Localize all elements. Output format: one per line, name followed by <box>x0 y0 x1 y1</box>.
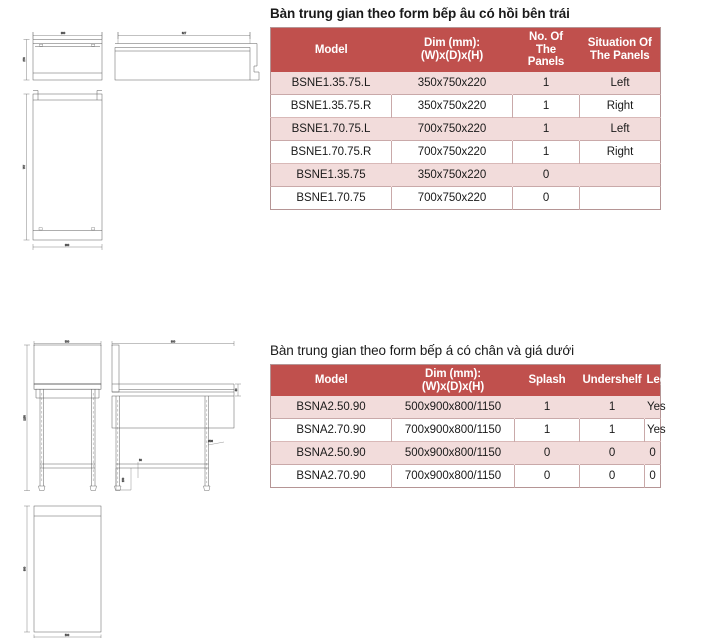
cell-panels: 1 <box>512 93 580 117</box>
cell-panels: 1 <box>512 139 580 163</box>
table-2-title: Bàn trung gian theo form bếp á có chân v… <box>270 343 575 358</box>
dim-plan-width-2: 500 <box>65 633 70 637</box>
cell-splash: 1 <box>514 418 580 442</box>
cell-model: BSNE1.35.75 <box>270 162 392 186</box>
cell-model: BSNA2.70.90 <box>270 464 392 488</box>
cell-dim: 500x900x800/1150 <box>391 396 515 419</box>
table-row: BSNE1.70.75 700x750x220 0 <box>270 185 661 209</box>
cell-dim: 350x750x220 <box>391 93 513 117</box>
table-2-header-row: Model Dim (mm): (W)x(D)x(H) Splash Under… <box>270 364 667 396</box>
cell-situation: Right <box>579 93 661 117</box>
table-row: BSNA2.50.90 500x900x800/1150 1 1 Yes <box>270 396 666 419</box>
col-header-leg: Leg <box>644 364 667 396</box>
table-row: BSNA2.70.90 700x900x800/1150 1 1 Yes <box>270 418 666 442</box>
col-header-model: Model <box>270 364 392 396</box>
cell-splash: 0 <box>514 464 580 488</box>
cell-dim: 500x900x800/1150 <box>391 441 515 465</box>
plan-view-bottom-group: 900 500 <box>22 505 102 638</box>
cell-dim: 700x900x800/1150 <box>391 418 515 442</box>
cell-panels: 0 <box>512 162 580 186</box>
spec-table-1: Model Dim (mm): (W)x(D)x(H) No. Of The P… <box>270 27 661 210</box>
col-header-dim: Dim (mm): (W)x(D)x(H) <box>391 364 515 396</box>
dim-plan-height-2: 900 <box>23 566 27 571</box>
dim-front-height: 278 <box>22 57 26 62</box>
cell-model: BSNE1.70.75.R <box>270 139 392 163</box>
col-header-dim: Dim (mm): (W)x(D)x(H) <box>391 27 513 72</box>
col-header-splash: Splash <box>514 364 580 396</box>
cell-splash: 1 <box>514 396 580 419</box>
side-elevation-group: 627 <box>114 31 260 81</box>
table-1-header-row: Model Dim (mm): (W)x(D)x(H) No. Of The P… <box>270 27 661 72</box>
cell-dim: 700x750x220 <box>391 185 513 209</box>
cell-undershelf: 1 <box>579 418 645 442</box>
table-row: BSNA2.70.90 700x900x800/1150 0 0 0 <box>270 464 661 488</box>
table-row: BSNE1.70.75.R 700x750x220 1 Right <box>270 139 661 163</box>
cell-dim: 350x750x220 <box>391 162 513 186</box>
dim-total-height: 1150 <box>23 415 27 421</box>
front-elevation-group: 380 278 <box>22 31 103 81</box>
table-row: BSNE1.35.75.R 350x750x220 1 Right <box>270 93 661 117</box>
cell-panels: 1 <box>512 71 580 94</box>
col-header-panels: No. Of The Panels <box>512 27 580 72</box>
cell-undershelf: 0 <box>579 464 645 488</box>
table-row: BSNE1.70.75.L 700x750x220 1 Left <box>270 116 661 140</box>
table-row: BSNE1.35.75.L 350x750x220 1 Left <box>270 71 661 94</box>
col-header-model: Model <box>270 27 392 72</box>
spec-table-1-block: Bàn trung gian theo form bếp âu có hồi b… <box>270 6 662 210</box>
cell-splash: 0 <box>514 441 580 465</box>
cell-situation: Right <box>579 139 661 163</box>
cell-panels: 0 <box>512 185 580 209</box>
cell-model: BSNA2.50.90 <box>270 396 392 419</box>
cell-leg: 0 <box>644 441 661 465</box>
cell-model: BSNA2.50.90 <box>270 441 392 465</box>
col-header-undershelf: Undershelf <box>579 364 645 396</box>
dim-front-width: 380 <box>61 31 66 35</box>
cell-undershelf: 1 <box>579 396 645 419</box>
dim-detail-c: 40 <box>234 388 238 391</box>
cell-situation <box>579 185 661 209</box>
table-row: BSNE1.35.75 350x750x220 0 <box>270 162 661 186</box>
dim-detail-d: Ø38 <box>208 439 213 443</box>
cell-dim: 700x900x800/1150 <box>391 464 515 488</box>
dim-plan-depth: 757 <box>22 164 26 169</box>
left-elevation-group: 500 1150 <box>22 339 102 491</box>
plan-view-group: 757 380 <box>22 90 103 250</box>
technical-drawing-top: 380 278 627 757 380 <box>12 8 264 258</box>
cell-leg: Yes <box>644 418 666 442</box>
cell-situation: Left <box>579 71 661 94</box>
right-elevation-group: 900 40 Ø38 50 150 <box>111 339 241 491</box>
cell-leg: Yes <box>644 396 666 419</box>
cell-dim: 700x750x220 <box>391 116 513 140</box>
cell-dim: 350x750x220 <box>391 71 513 94</box>
cell-model: BSNE1.35.75.R <box>270 93 392 117</box>
cell-situation <box>579 162 661 186</box>
dim-left-width: 500 <box>65 340 70 344</box>
dim-plan-width: 380 <box>65 243 70 247</box>
spec-table-2-block: Bàn trung gian theo form bếp á có chân v… <box>270 343 667 488</box>
dim-detail-b: 50 <box>139 458 142 462</box>
spec-table-2: Model Dim (mm): (W)x(D)x(H) Splash Under… <box>270 364 667 488</box>
col-header-situation: Situation Of The Panels <box>579 27 661 72</box>
dim-right-width: 900 <box>171 340 176 344</box>
cell-dim: 700x750x220 <box>391 139 513 163</box>
technical-drawing-bottom: 500 1150 900 40 Ø38 50 150 900 500 <box>12 338 264 638</box>
cell-model: BSNA2.70.90 <box>270 418 392 442</box>
cell-panels: 1 <box>512 116 580 140</box>
table-row: BSNA2.50.90 500x900x800/1150 0 0 0 <box>270 441 661 465</box>
cell-model: BSNE1.35.75.L <box>270 71 392 94</box>
cell-situation: Left <box>579 116 661 140</box>
dim-detail-a: 150 <box>121 477 125 482</box>
dim-side-width: 627 <box>182 31 187 35</box>
table-1-title: Bàn trung gian theo form bếp âu có hồi b… <box>270 6 570 21</box>
cell-leg: 0 <box>644 464 661 488</box>
cell-model: BSNE1.70.75.L <box>270 116 392 140</box>
cell-undershelf: 0 <box>579 441 645 465</box>
cell-model: BSNE1.70.75 <box>270 185 392 209</box>
